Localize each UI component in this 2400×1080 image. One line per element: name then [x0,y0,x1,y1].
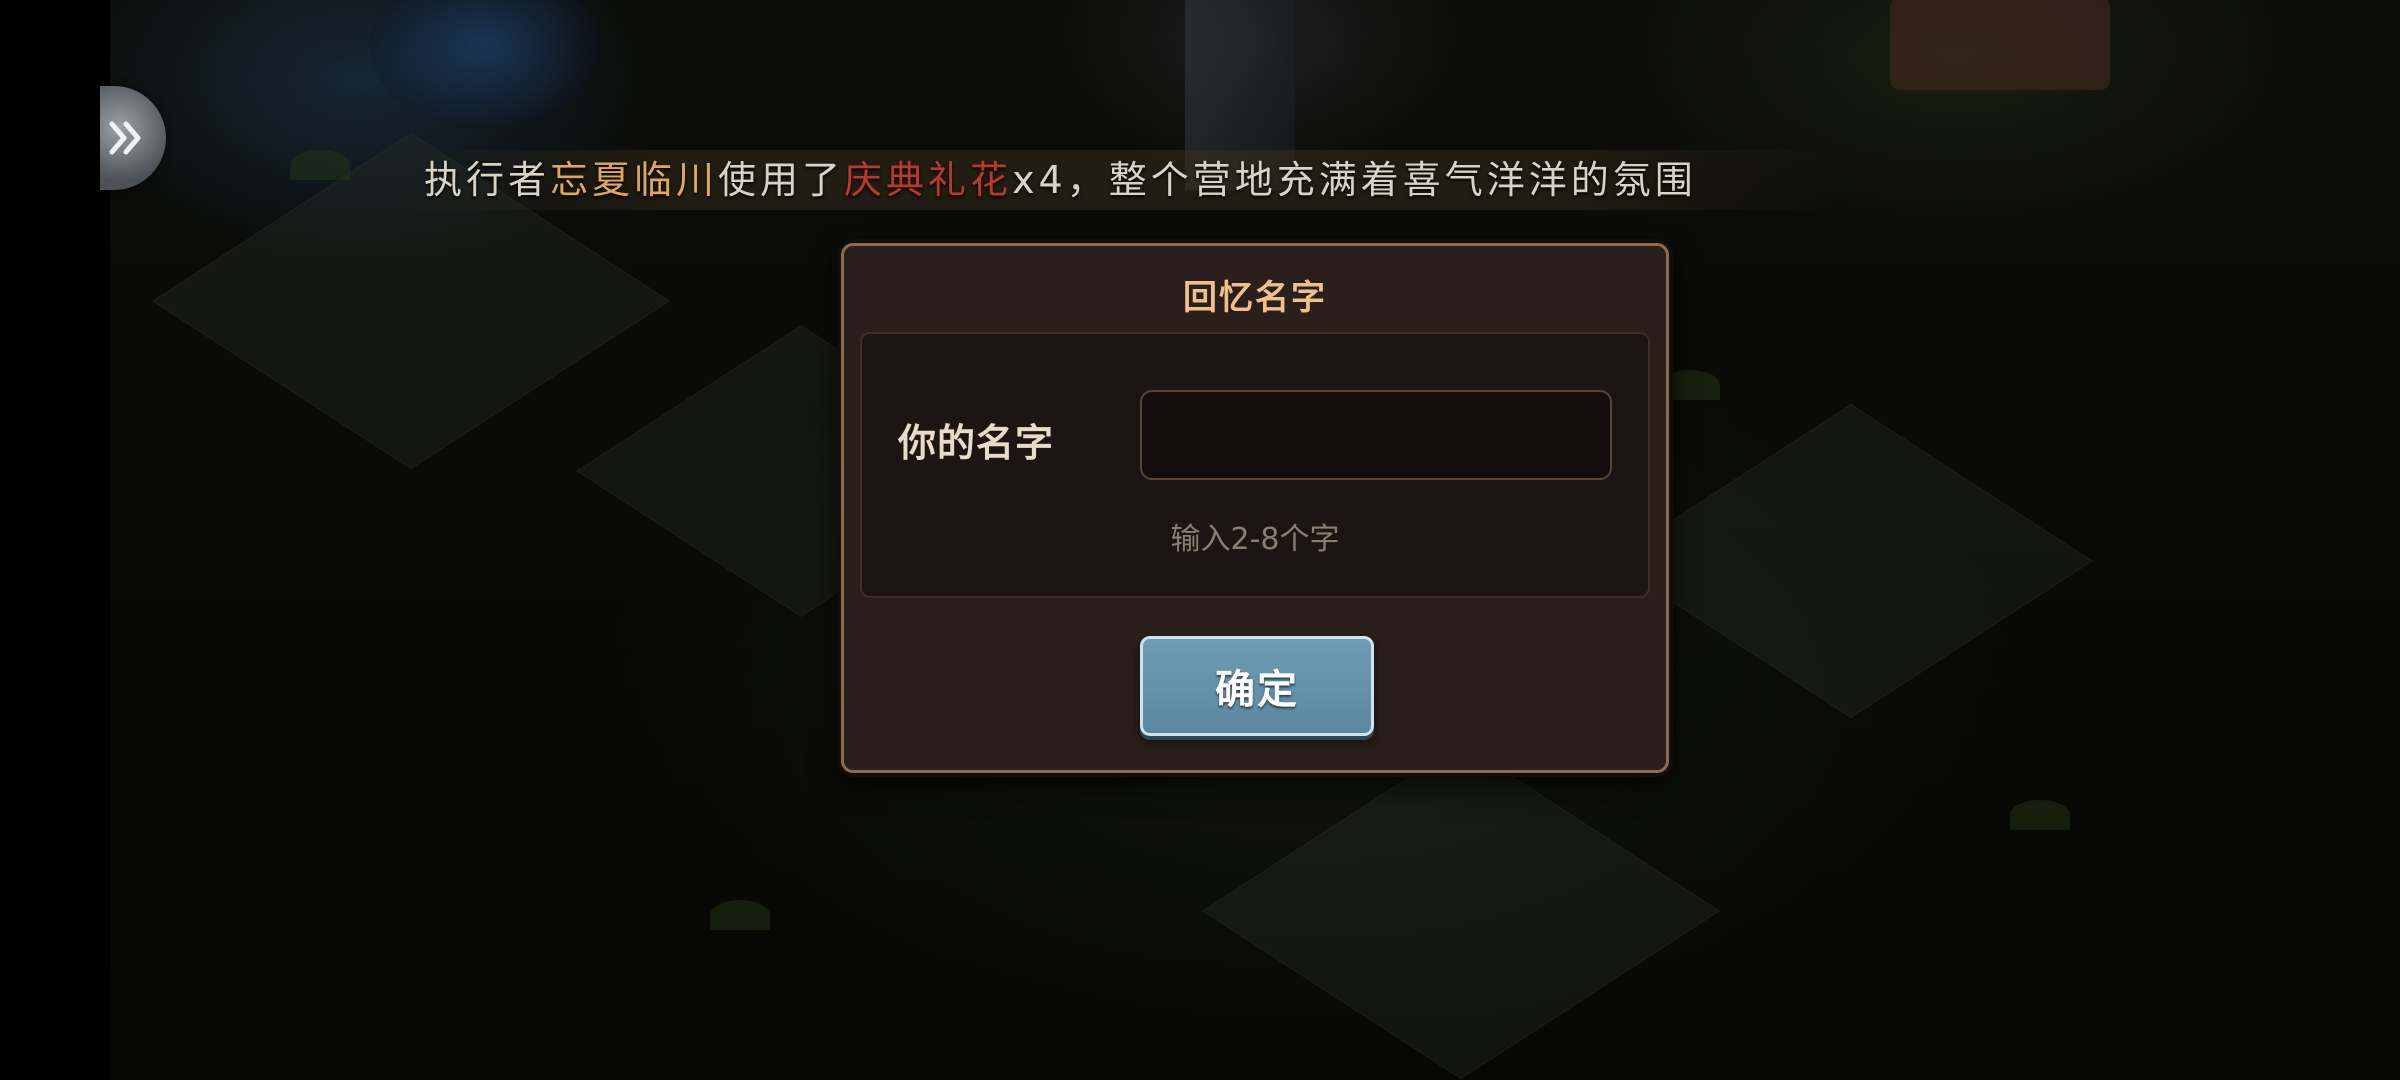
announcement-text: 执行者忘夏临川使用了庆典礼花x4，整个营地充满着喜气洋洋的氛围 [424,152,1697,208]
dialog-content-panel: 你的名字 输入2-8个字 [860,332,1650,598]
announcement-player-name: 忘夏临川 [550,158,719,202]
announcement-middle: 使用了 [718,158,845,202]
recall-name-dialog: 回忆名字 你的名字 输入2-8个字 确定 [841,243,1669,773]
floor-tile [1609,403,2093,719]
announcement-suffix: x4，整个营地充满着喜气洋洋的氛围 [1012,158,1697,202]
name-label: 你的名字 [898,421,1055,465]
announcement-prefix: 执行者 [424,158,551,202]
portal-decoration [370,0,600,130]
name-input[interactable] [1140,390,1612,480]
grass-decoration [2010,800,2070,830]
grass-decoration [710,900,770,930]
confirm-button[interactable]: 确定 [1140,636,1374,736]
grass-decoration [290,150,350,180]
dialog-title: 回忆名字 [1183,278,1327,318]
chest-decoration [1890,0,2110,90]
floor-tile [1202,742,1720,1080]
grass-decoration [1660,370,1720,400]
left-letterbox [0,0,110,1080]
game-screen: 执行者忘夏临川使用了庆典礼花x4，整个营地充满着喜气洋洋的氛围 回忆名字 你的名… [0,0,2400,1080]
double-chevron-right-icon [104,116,148,160]
name-length-hint: 输入2-8个字 [1170,522,1340,557]
announcement-item-name: 庆典礼花 [844,158,1013,202]
